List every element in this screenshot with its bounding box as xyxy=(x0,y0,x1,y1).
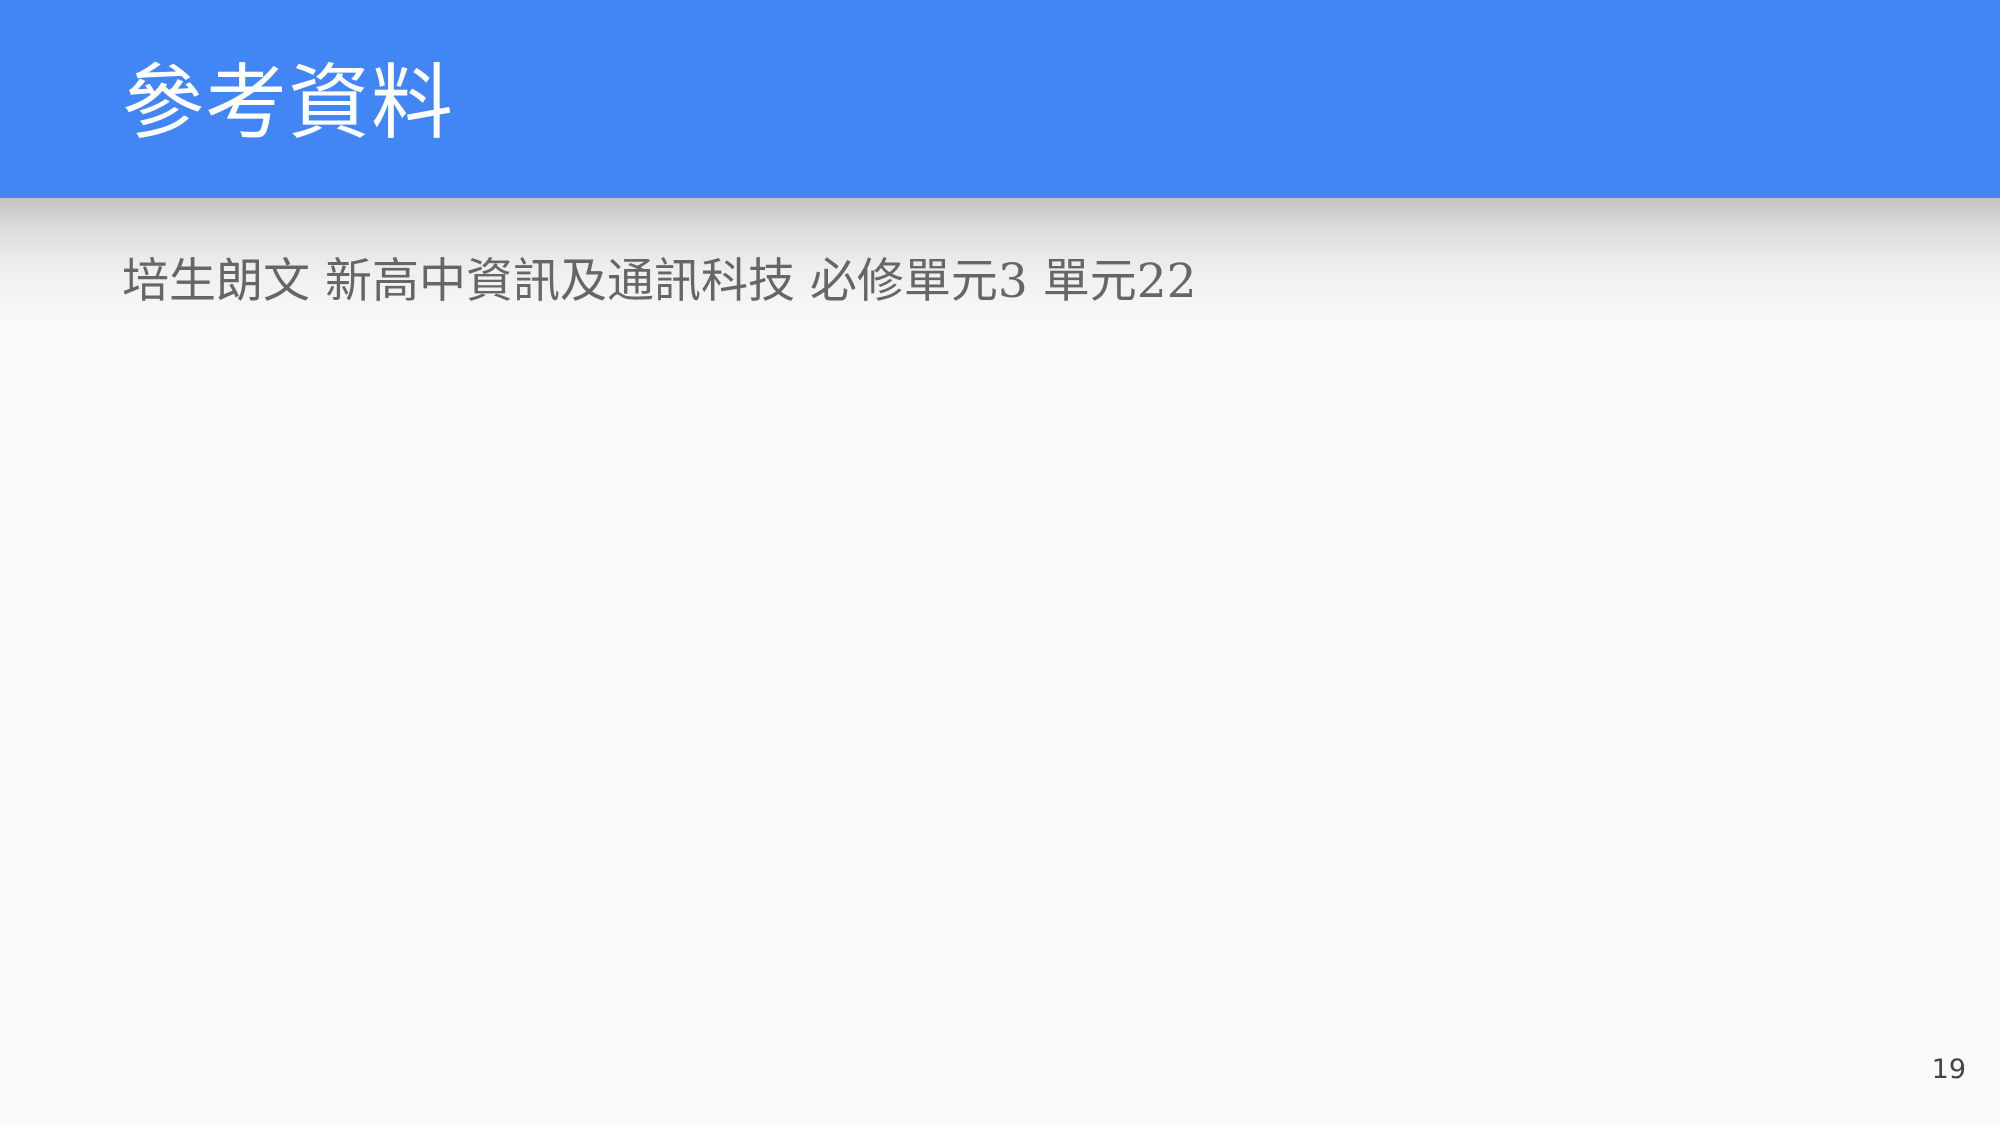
page-number: 19 xyxy=(1931,1054,1966,1085)
slide-title: 參考資料 xyxy=(122,56,455,151)
slide: 參考資料 培生朗文 新高中資訊及通訊科技 必修單元3 單元22 19 xyxy=(0,0,2000,1125)
reference-text: 培生朗文 新高中資訊及通訊科技 必修單元3 單元22 xyxy=(122,254,1197,309)
